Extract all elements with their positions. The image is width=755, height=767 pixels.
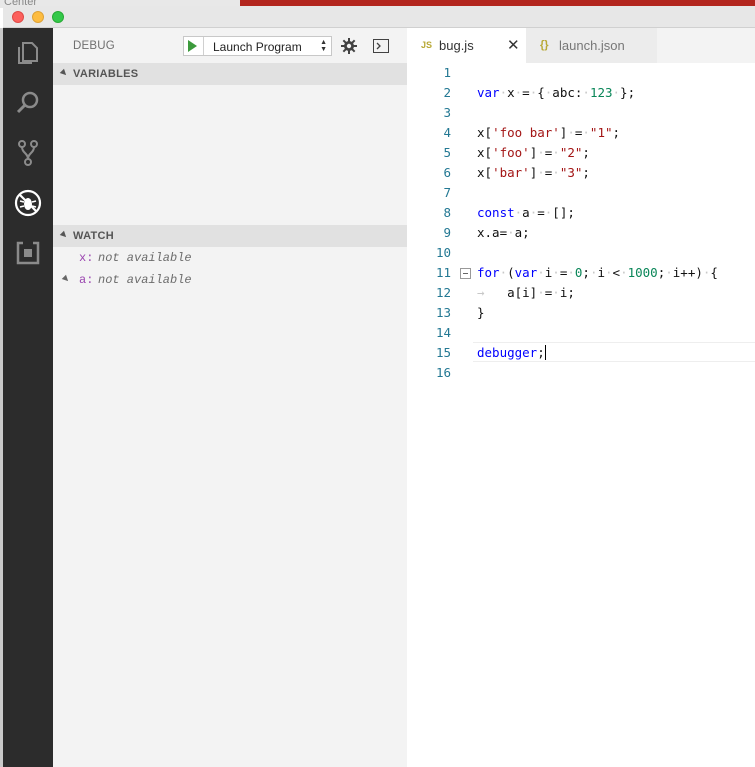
line-number: 4 <box>443 125 451 140</box>
line-number: 9 <box>443 225 451 240</box>
editor-area: JS bug.js ✕ {} launch.json 1 2 3 4 5 6 7… <box>407 28 755 767</box>
line-number: 8 <box>443 205 451 220</box>
line-number: 15 <box>435 345 451 360</box>
code-line: → a[i]·=·i; <box>477 285 575 300</box>
line-number: 5 <box>443 145 451 160</box>
debug-title: DEBUG <box>73 40 115 52</box>
text-cursor <box>544 345 546 360</box>
fold-toggle-icon[interactable] <box>460 268 471 279</box>
variables-section-header[interactable]: VARIABLES <box>53 63 407 85</box>
line-number: 7 <box>443 185 451 200</box>
code-line: const·a·=·[]; <box>477 205 575 220</box>
explorer-icon[interactable] <box>3 28 53 78</box>
maximize-window-button[interactable] <box>52 11 64 23</box>
gear-icon[interactable] <box>341 38 357 54</box>
code-line: debugger; <box>477 345 546 360</box>
chevron-updown-icon: ▲ ▼ <box>320 39 327 53</box>
play-icon[interactable] <box>188 40 197 52</box>
watch-expression-value: not available <box>98 273 192 287</box>
code-line: x['bar']·=·"3"; <box>477 165 590 180</box>
watch-label: WATCH <box>73 230 115 242</box>
line-number: 6 <box>443 165 451 180</box>
line-number: 10 <box>435 245 451 260</box>
code-line: x['foo bar']·=·"1"; <box>477 125 621 140</box>
debug-header: DEBUG Launch Program ▲ ▼ <box>53 28 407 63</box>
code-line: } <box>477 305 485 320</box>
code-line: x.a=·a; <box>477 225 530 240</box>
line-number: 14 <box>435 325 451 340</box>
line-number: 2 <box>443 85 451 100</box>
select-divider <box>203 37 204 55</box>
chevron-down-icon <box>59 68 69 78</box>
watch-item[interactable]: x: not available <box>53 247 407 269</box>
tab-launch-json[interactable]: {} launch.json <box>526 28 657 63</box>
line-number: 1 <box>443 65 451 80</box>
chevron-down-icon <box>59 230 69 240</box>
activity-bar <box>3 28 53 767</box>
tab-bug-js[interactable]: JS bug.js ✕ <box>407 28 526 63</box>
launch-config-label: Launch Program <box>213 40 302 54</box>
line-number: 13 <box>435 305 451 320</box>
variables-label: VARIABLES <box>73 68 139 80</box>
minimize-window-button[interactable] <box>32 11 44 23</box>
extensions-icon[interactable] <box>3 228 53 278</box>
code-line: var·x·=·{·abc:·123·}; <box>477 85 636 100</box>
chevron-down-icon[interactable] <box>61 274 71 284</box>
watch-expression-name: x: <box>79 251 94 265</box>
watch-expression-name: a: <box>79 273 94 287</box>
debug-console-icon[interactable] <box>373 39 389 53</box>
debug-icon[interactable] <box>3 178 53 228</box>
close-icon[interactable]: ✕ <box>507 36 520 54</box>
code-line: x['foo']·=·"2"; <box>477 145 590 160</box>
code-line: for·(var·i·=·0;·i·<·1000;·i++)·{ <box>477 265 718 280</box>
watch-item[interactable]: a: not available <box>53 269 407 291</box>
watch-expression-value: not available <box>98 251 192 265</box>
line-number: 3 <box>443 105 451 120</box>
line-number: 12 <box>435 285 451 300</box>
line-number: 11 <box>435 265 451 280</box>
tab-label: launch.json <box>559 38 625 53</box>
code-editor[interactable]: 1 2 3 4 5 6 7 8 9 10 11 12 13 14 15 16 v… <box>407 63 755 767</box>
window-titlebar <box>3 6 755 28</box>
debug-sidebar: DEBUG Launch Program ▲ ▼ VARIABLES WATCH … <box>53 28 407 767</box>
line-number: 16 <box>435 365 451 380</box>
editor-tabs: JS bug.js ✕ {} launch.json <box>407 28 755 63</box>
close-window-button[interactable] <box>12 11 24 23</box>
json-file-icon: {} <box>540 39 549 51</box>
source-control-icon[interactable] <box>3 128 53 178</box>
javascript-file-icon: JS <box>421 40 433 50</box>
watch-section-header[interactable]: WATCH <box>53 225 407 247</box>
launch-config-select[interactable]: Launch Program ▲ ▼ <box>183 36 332 56</box>
tab-label: bug.js <box>439 38 474 53</box>
search-icon[interactable] <box>3 78 53 128</box>
